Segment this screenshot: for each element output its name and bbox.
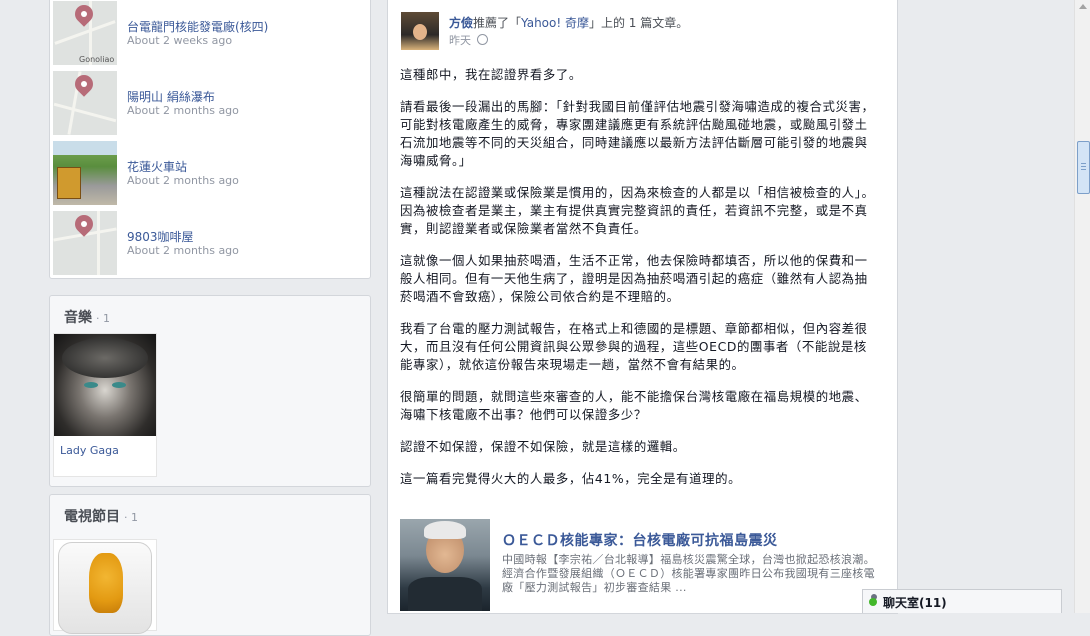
link-description: 中國時報【李宗祐／台北報導】福島核災震驚全球，台灣也掀起恐核浪潮。經濟合作暨發展… (502, 553, 875, 594)
scrollbar[interactable] (1074, 0, 1090, 613)
map-thumbnail[interactable] (53, 71, 117, 135)
map-thumbnail[interactable] (53, 211, 117, 275)
place-time: About 2 months ago (127, 104, 239, 117)
music-panel: 音樂 · 1 Lady Gaga (49, 295, 371, 487)
post-timestamp[interactable]: 昨天 (449, 32, 488, 48)
post-paragraph: 我看了台電的壓力測試報告，在格式上和德國的是標題、章節都相似，但內容差很大，而且… (400, 321, 868, 372)
place-title[interactable]: 9803咖啡屋 (127, 228, 194, 245)
place-item[interactable]: 花蓮火車站 About 2 months ago (53, 141, 371, 207)
scrollbar-thumb[interactable] (1077, 141, 1090, 194)
story-header: 方儉推薦了「Yahoo! 奇摩」上的 1 篇文章。 (449, 16, 689, 30)
shared-link-card[interactable]: ＯＥＣＤ核能專家：台核電廠可抗福島震災 中國時報【李宗祐／台北報導】福島核災震驚… (400, 519, 886, 613)
map-label: Gonoliao (79, 55, 115, 64)
place-item[interactable]: Gonoliao 台電龍門核能發電廠(核四) About 2 weeks ago (53, 1, 371, 67)
tv-tile[interactable] (53, 539, 157, 634)
author-name[interactable]: 方儉 (449, 16, 473, 30)
tv-section-title[interactable]: 電視節目 · 1 (64, 506, 138, 526)
place-photo[interactable] (53, 141, 117, 205)
map-pin-icon (71, 1, 97, 27)
music-tile[interactable]: Lady Gaga (53, 333, 157, 477)
artist-name[interactable]: Lady Gaga (60, 444, 119, 457)
post-paragraph: 這就像一個人如果抽菸喝酒，生活不正常，他去保險時都填否，所以他的保費和一般人相同… (400, 253, 868, 304)
link-title[interactable]: ＯＥＣＤ核能專家：台核電廠可抗福島震災 (502, 530, 778, 550)
post-paragraph: 這一篇看完覺得火大的人最多，佔41%，完全是有道理的。 (400, 471, 742, 486)
post-body: 這種郎中，我在認證界看多了。 請看最後一段漏出的馬腳：「針對我國目前僅評估地震引… (400, 66, 878, 502)
post-paragraph: 認證不如保證，保證不如保險，就是這樣的邏輯。 (400, 439, 686, 454)
place-title[interactable]: 陽明山 絹絲瀑布 (127, 88, 215, 105)
place-item[interactable]: 9803咖啡屋 About 2 months ago (53, 211, 371, 277)
map-thumbnail[interactable]: Gonoliao (53, 1, 117, 65)
place-time: About 2 months ago (127, 244, 239, 257)
news-feed-story: 方儉推薦了「Yahoo! 奇摩」上的 1 篇文章。 昨天 這種郎中，我在認證界看… (387, 0, 898, 614)
channel-logo-icon[interactable] (58, 542, 152, 634)
music-section-title[interactable]: 音樂 · 1 (64, 307, 110, 327)
artist-photo[interactable] (54, 334, 156, 436)
online-status-icon (869, 598, 877, 606)
link-thumbnail[interactable] (400, 519, 490, 611)
chat-label[interactable]: 聊天室(11) (883, 594, 947, 611)
post-paragraph: 很簡單的問題，就問這些來審查的人，能不能擔保台灣核電廠在福島規模的地震、海嘯下核… (400, 389, 868, 422)
post-paragraph: 這種郎中，我在認證界看多了。 (400, 67, 582, 82)
scroll-up-arrow-icon[interactable] (1079, 4, 1087, 9)
avatar[interactable] (401, 12, 439, 50)
post-paragraph: 請看最後一段漏出的馬腳：「針對我國目前僅評估地震引發海嘯造成的複合式災害，可能對… (400, 99, 875, 168)
place-title[interactable]: 花蓮火車站 (127, 158, 187, 175)
place-time: About 2 months ago (127, 174, 239, 187)
globe-icon (477, 34, 488, 45)
chat-bar[interactable]: 聊天室(11) (862, 589, 1062, 613)
post-paragraph: 這種說法在認證業或保險業是慣用的，因為來檢查的人都是以「相信被檢查的人」。因為被… (400, 185, 875, 236)
tv-panel: 電視節目 · 1 (49, 494, 371, 636)
source-link[interactable]: Yahoo! 奇摩 (521, 16, 589, 30)
place-item[interactable]: 陽明山 絹絲瀑布 About 2 months ago (53, 71, 371, 137)
places-panel: Gonoliao 台電龍門核能發電廠(核四) About 2 weeks ago… (49, 0, 371, 279)
place-title[interactable]: 台電龍門核能發電廠(核四) (127, 18, 268, 35)
place-time: About 2 weeks ago (127, 34, 233, 47)
